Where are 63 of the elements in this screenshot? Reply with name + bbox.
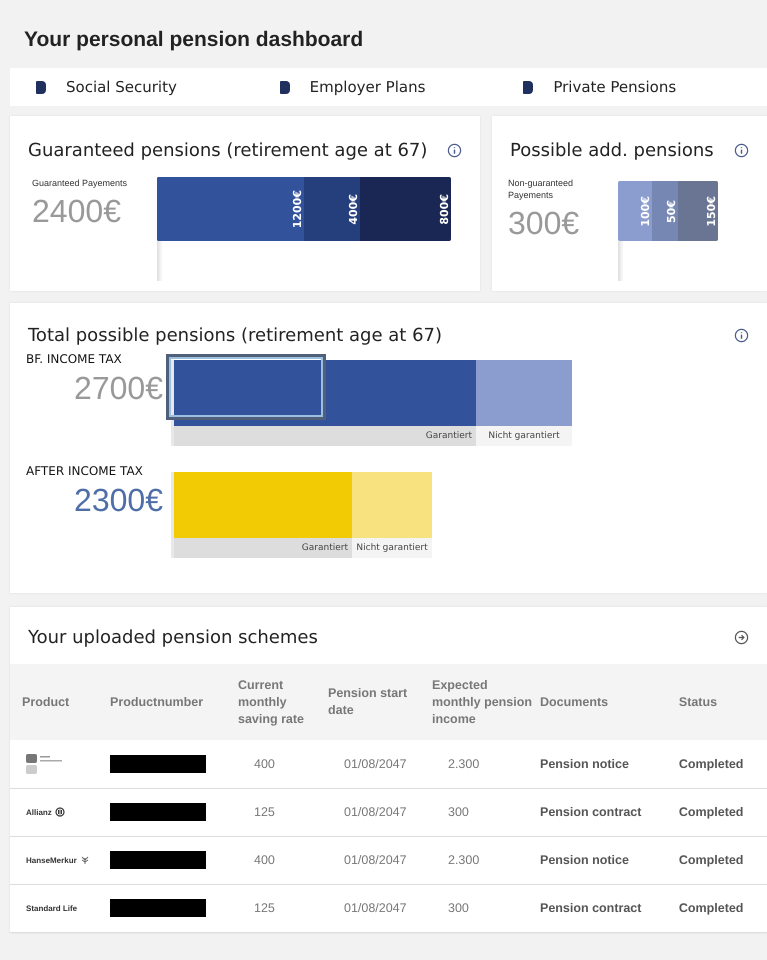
table-cell: Pension notice: [536, 836, 675, 884]
column-header: Productnumber: [106, 664, 234, 740]
table-cell: Pension notice: [536, 740, 675, 788]
segment-label: Nicht garantiert: [487, 431, 561, 441]
table-cell: 300: [428, 788, 536, 836]
card-title: Possible add. pensions: [510, 140, 714, 161]
table-cell: 300: [428, 884, 536, 932]
product-logo-text: Allianz: [26, 808, 52, 816]
column-header: Current monthly saving rate: [234, 664, 324, 740]
column-header: Documents: [536, 664, 675, 740]
card-title: Total possible pensions (retirement age at 67): [28, 325, 442, 346]
segment-value: 150€: [704, 196, 718, 226]
info-icon[interactable]: [734, 328, 749, 343]
logo-icon: [26, 752, 64, 775]
status-cell: Completed: [674, 836, 767, 884]
table-cell: 01/08/2047: [324, 836, 428, 884]
info-icon[interactable]: [734, 143, 749, 158]
table-cell: 01/08/2047: [324, 884, 428, 932]
segment-label: Garantiert: [300, 543, 349, 553]
segment-value: 800€: [437, 194, 451, 224]
table-cell: Pension contract: [536, 884, 675, 932]
segment-value: 1200€: [290, 190, 304, 228]
card-title: Guaranteed pensions (retirement age at 67): [28, 140, 428, 161]
table-cell: 125: [234, 788, 324, 836]
arrow-circle-icon[interactable]: [734, 630, 749, 645]
product-logo-text: Standard Life: [26, 904, 78, 912]
amount-value: 300€: [508, 205, 580, 242]
legend-label: Social Security: [66, 78, 177, 96]
product-logo-text: HanseMerkur: [26, 856, 77, 864]
segment-value: 50€: [664, 200, 678, 222]
table-cell: 01/08/2047: [324, 788, 428, 836]
segment-label: Nicht garantiert: [355, 543, 429, 553]
table-cell: 400: [234, 836, 324, 884]
amount-value: 2400€: [32, 193, 122, 230]
status-cell: Completed: [674, 740, 767, 788]
amount-value: 2700€: [73, 370, 164, 407]
segment-value: 100€: [638, 196, 652, 226]
column-header: Status: [674, 664, 767, 740]
card-title: Your uploaded pension schemes: [28, 627, 318, 648]
plant-icon: [80, 855, 90, 865]
table-cell: 2.300: [428, 740, 536, 788]
column-header: Pension start date: [324, 664, 428, 740]
seal-icon: [54, 807, 65, 817]
status-cell: Completed: [674, 788, 767, 836]
legend-label: Employer Plans: [310, 78, 426, 96]
legend-label: Private Pensions: [553, 78, 676, 96]
table-cell: 125: [234, 884, 324, 932]
column-header: Expected monthly pension income: [428, 664, 536, 740]
table-cell: 01/08/2047: [324, 740, 428, 788]
table-cell: 400: [234, 740, 324, 788]
amount-value: 2300€: [73, 482, 164, 519]
table-cell: 2.300: [428, 836, 536, 884]
page-title: Your personal pension dashboard: [23, 27, 364, 53]
column-header: Product: [10, 664, 106, 740]
amount-caption: Guaranteed Payements: [32, 177, 128, 189]
status-cell: Completed: [674, 884, 767, 932]
info-icon[interactable]: [447, 143, 462, 158]
table-cell: Pension contract: [536, 788, 675, 836]
amount-caption: BF. INCOME TAX: [26, 352, 123, 366]
segment-value: 400€: [346, 194, 360, 224]
amount-caption: AFTER INCOME TAX: [26, 464, 144, 478]
amount-caption: Non-guaranteed Payements: [508, 177, 574, 201]
segment-label: Garantiert: [424, 431, 473, 441]
